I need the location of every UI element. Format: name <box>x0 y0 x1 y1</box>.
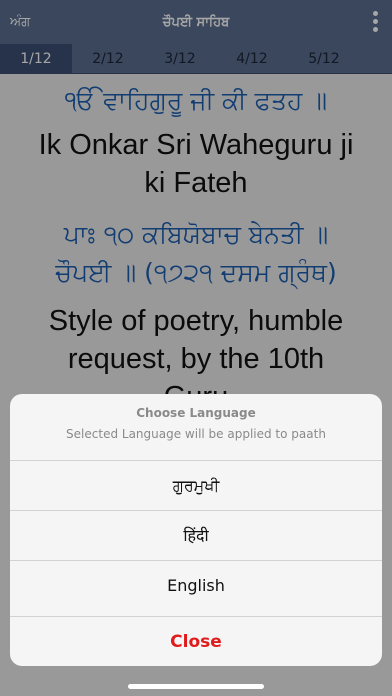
home-indicator[interactable] <box>128 684 264 689</box>
sheet-subtitle: Selected Language will be applied to paa… <box>66 427 326 441</box>
language-sheet: Choose Language Selected Language will b… <box>10 394 382 666</box>
language-option-gurmukhi[interactable]: ਗੁਰਮੁਖੀ <box>10 460 382 510</box>
language-option-hindi[interactable]: हिंदी <box>10 510 382 560</box>
sheet-title: Choose Language <box>136 406 256 420</box>
close-button[interactable]: Close <box>10 616 382 666</box>
language-option-english[interactable]: English <box>10 560 382 610</box>
